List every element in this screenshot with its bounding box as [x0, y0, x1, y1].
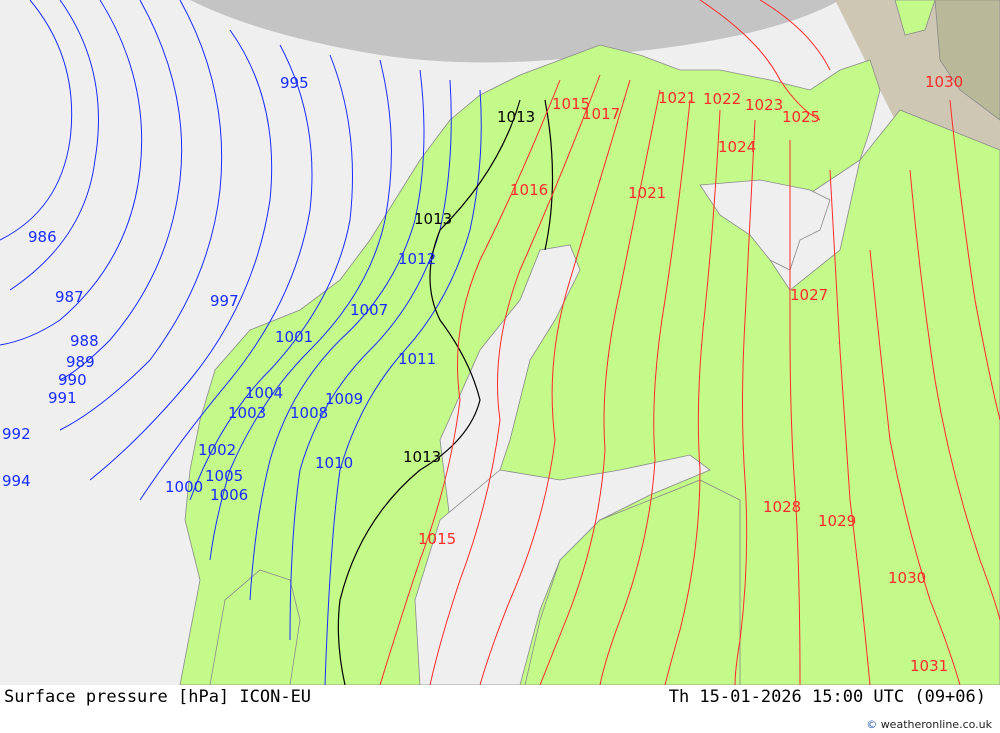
isobar-label: 1025: [782, 108, 820, 126]
isobar-label: 1004: [245, 384, 283, 402]
isobar-label: 1024: [718, 138, 756, 156]
isobar-label: 1015: [418, 530, 456, 548]
isobar-label: 989: [66, 353, 95, 371]
isobar-label: 988: [70, 332, 99, 350]
credit-line[interactable]: © weatheronline.co.uk: [866, 718, 992, 731]
isobar-label: 1012: [398, 250, 436, 268]
isobar-label: 1000: [165, 478, 203, 496]
isobar-label: 1011: [398, 350, 436, 368]
isobar-label: 994: [2, 472, 31, 490]
isobar-label: 1002: [198, 441, 236, 459]
isobar-label: 1010: [315, 454, 353, 472]
isobar-label: 1030: [925, 73, 963, 91]
isobar-label: 1016: [510, 181, 548, 199]
isobar-label: 992: [2, 425, 31, 443]
isobar-label: 1029: [818, 512, 856, 530]
isobar-label: 1013: [414, 210, 452, 228]
isobar-label: 1031: [910, 657, 948, 675]
isobar-label: 1017: [582, 105, 620, 123]
isobar-label: 1009: [325, 390, 363, 408]
isobar-label: 1030: [888, 569, 926, 587]
pressure-map: 995 986 987 997 988 989 990 991 992 994 …: [0, 0, 1000, 686]
isobar-label: 987: [55, 288, 84, 306]
isobar-label: 1021: [658, 89, 696, 107]
isobar-label: 990: [58, 371, 87, 389]
isobar-label: 995: [280, 74, 309, 92]
isobar-label: 997: [210, 292, 239, 310]
forecast-time: Th 15-01-2026 15:00 UTC (09+06): [668, 687, 986, 707]
map-footer: Surface pressure [hPa] ICON-EU Th 15-01-…: [0, 685, 1000, 733]
isobar-label: 1008: [290, 404, 328, 422]
isobar-label: 1013: [497, 108, 535, 126]
isobar-label: 1005: [205, 467, 243, 485]
isobar-label: 991: [48, 389, 77, 407]
isobar-label: 1001: [275, 328, 313, 346]
copyright-icon: ©: [866, 718, 878, 731]
map-title: Surface pressure [hPa] ICON-EU: [4, 687, 312, 707]
isobar-label: 1003: [228, 404, 266, 422]
isobar-label: 1028: [763, 498, 801, 516]
credit-text: weatheronline.co.uk: [880, 718, 992, 731]
isobar-label: 986: [28, 228, 57, 246]
isobar-label: 1007: [350, 301, 388, 319]
isobar-label: 1013: [403, 448, 441, 466]
isobar-label: 1006: [210, 486, 248, 504]
isobar-label: 1022: [703, 90, 741, 108]
isobar-label: 1023: [745, 96, 783, 114]
isobar-label: 1021: [628, 184, 666, 202]
isobar-label: 1027: [790, 286, 828, 304]
